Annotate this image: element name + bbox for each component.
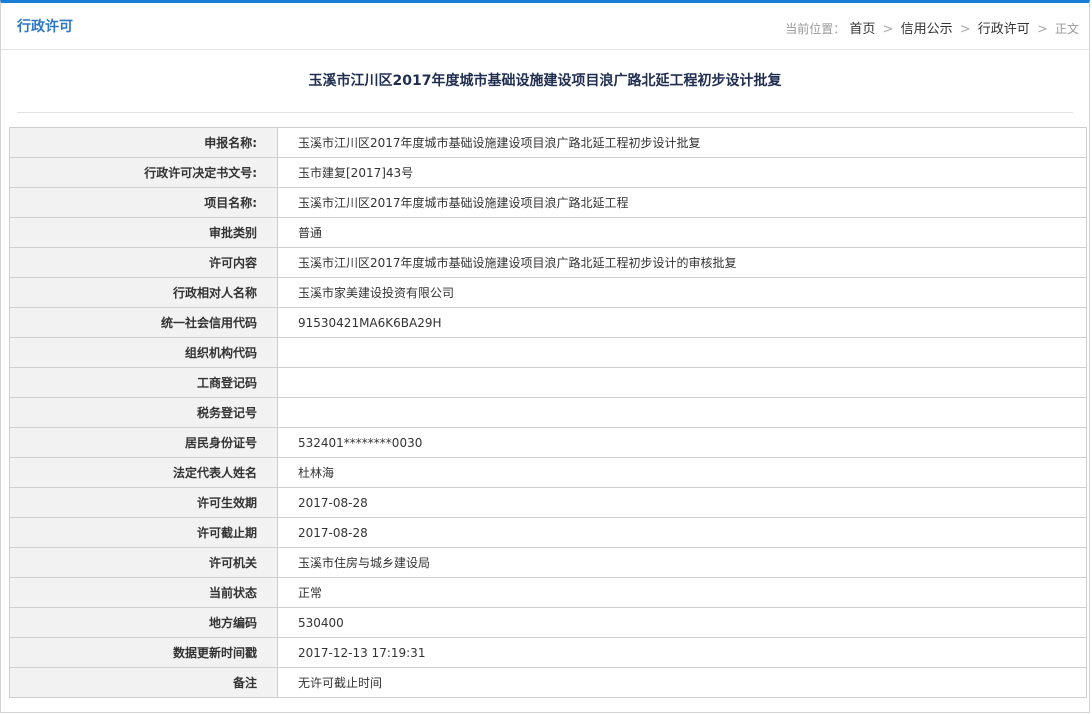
field-value: 530400	[277, 607, 1087, 638]
field-label: 许可生效期	[9, 487, 278, 518]
panel-header: 行政许可 当前位置： 首页 > 信用公示 > 行政许可 > 正文	[1, 3, 1089, 50]
table-row: 许可机关 玉溪市住房与城乡建设局	[9, 547, 1087, 578]
field-value: 2017-08-28	[277, 517, 1087, 548]
table-row: 申报名称: 玉溪市江川区2017年度城市基础设施建设项目浪广路北延工程初步设计批…	[9, 127, 1087, 158]
field-label: 审批类别	[9, 217, 278, 248]
field-label: 法定代表人姓名	[9, 457, 278, 488]
page-heading: 玉溪市江川区2017年度城市基础设施建设项目浪广路北延工程初步设计批复	[17, 50, 1073, 113]
breadcrumb-separator: >	[882, 22, 894, 37]
table-row: 许可生效期 2017-08-28	[9, 487, 1087, 518]
table-row: 组织机构代码	[9, 337, 1087, 368]
field-value: 玉溪市住房与城乡建设局	[277, 547, 1087, 578]
field-label: 许可内容	[9, 247, 278, 278]
breadcrumb-current: 正文	[1054, 22, 1079, 36]
table-row: 项目名称: 玉溪市江川区2017年度城市基础设施建设项目浪广路北延工程	[9, 187, 1087, 218]
field-value: 玉市建复[2017]43号	[277, 157, 1087, 188]
field-label: 行政许可决定书文号:	[9, 157, 278, 188]
field-label: 行政相对人名称	[9, 277, 278, 308]
field-label: 税务登记号	[9, 397, 278, 428]
table-row: 工商登记码	[9, 367, 1087, 398]
table-row: 数据更新时间戳 2017-12-13 17:19:31	[9, 637, 1087, 668]
details-table: 申报名称: 玉溪市江川区2017年度城市基础设施建设项目浪广路北延工程初步设计批…	[9, 127, 1087, 698]
breadcrumb-separator: >	[959, 22, 971, 37]
field-value	[277, 337, 1087, 368]
table-row: 法定代表人姓名 杜林海	[9, 457, 1087, 488]
table-row: 许可内容 玉溪市江川区2017年度城市基础设施建设项目浪广路北延工程初步设计的审…	[9, 247, 1087, 278]
breadcrumb: 当前位置： 首页 > 信用公示 > 行政许可 > 正文	[785, 18, 1079, 37]
breadcrumb-separator: >	[1036, 22, 1048, 37]
field-value: 普通	[277, 217, 1087, 248]
field-label: 项目名称:	[9, 187, 278, 218]
table-row: 居民身份证号 532401********0030	[9, 427, 1087, 458]
field-label: 组织机构代码	[9, 337, 278, 368]
field-label: 申报名称:	[9, 127, 278, 158]
breadcrumb-prefix: 当前位置：	[785, 22, 846, 36]
breadcrumb-link-admin-license[interactable]: 行政许可	[978, 22, 1030, 37]
table-row: 行政相对人名称 玉溪市家美建设投资有限公司	[9, 277, 1087, 308]
field-label: 工商登记码	[9, 367, 278, 398]
field-value: 91530421MA6K6BA29H	[277, 307, 1087, 338]
field-label: 地方编码	[9, 607, 278, 638]
table-row: 当前状态 正常	[9, 577, 1087, 608]
content-panel: 行政许可 当前位置： 首页 > 信用公示 > 行政许可 > 正文 玉溪市江川区2…	[0, 0, 1090, 713]
table-row: 税务登记号	[9, 397, 1087, 428]
table-row: 许可截止期 2017-08-28	[9, 517, 1087, 548]
breadcrumb-link-credit-public[interactable]: 信用公示	[901, 22, 953, 37]
field-label: 居民身份证号	[9, 427, 278, 458]
breadcrumb-link-home[interactable]: 首页	[849, 22, 875, 37]
field-label: 统一社会信用代码	[9, 307, 278, 338]
page-title: 玉溪市江川区2017年度城市基础设施建设项目浪广路北延工程初步设计批复	[308, 73, 782, 89]
field-value: 2017-12-13 17:19:31	[277, 637, 1087, 668]
field-value: 无许可截止时间	[277, 667, 1087, 698]
field-value: 玉溪市江川区2017年度城市基础设施建设项目浪广路北延工程	[277, 187, 1087, 218]
field-value: 玉溪市江川区2017年度城市基础设施建设项目浪广路北延工程初步设计的审核批复	[277, 247, 1087, 278]
field-value: 532401********0030	[277, 427, 1087, 458]
field-label: 当前状态	[9, 577, 278, 608]
field-value: 2017-08-28	[277, 487, 1087, 518]
field-value: 玉溪市江川区2017年度城市基础设施建设项目浪广路北延工程初步设计批复	[277, 127, 1087, 158]
table-row: 备注 无许可截止时间	[9, 667, 1087, 698]
field-label: 许可截止期	[9, 517, 278, 548]
table-row: 审批类别 普通	[9, 217, 1087, 248]
table-row: 行政许可决定书文号: 玉市建复[2017]43号	[9, 157, 1087, 188]
field-label: 数据更新时间戳	[9, 637, 278, 668]
field-value: 玉溪市家美建设投资有限公司	[277, 277, 1087, 308]
field-value	[277, 367, 1087, 398]
field-value: 杜林海	[277, 457, 1087, 488]
field-label: 备注	[9, 667, 278, 698]
table-row: 统一社会信用代码 91530421MA6K6BA29H	[9, 307, 1087, 338]
field-value	[277, 397, 1087, 428]
table-row: 地方编码 530400	[9, 607, 1087, 638]
field-label: 许可机关	[9, 547, 278, 578]
section-title: 行政许可	[17, 19, 73, 35]
field-value: 正常	[277, 577, 1087, 608]
